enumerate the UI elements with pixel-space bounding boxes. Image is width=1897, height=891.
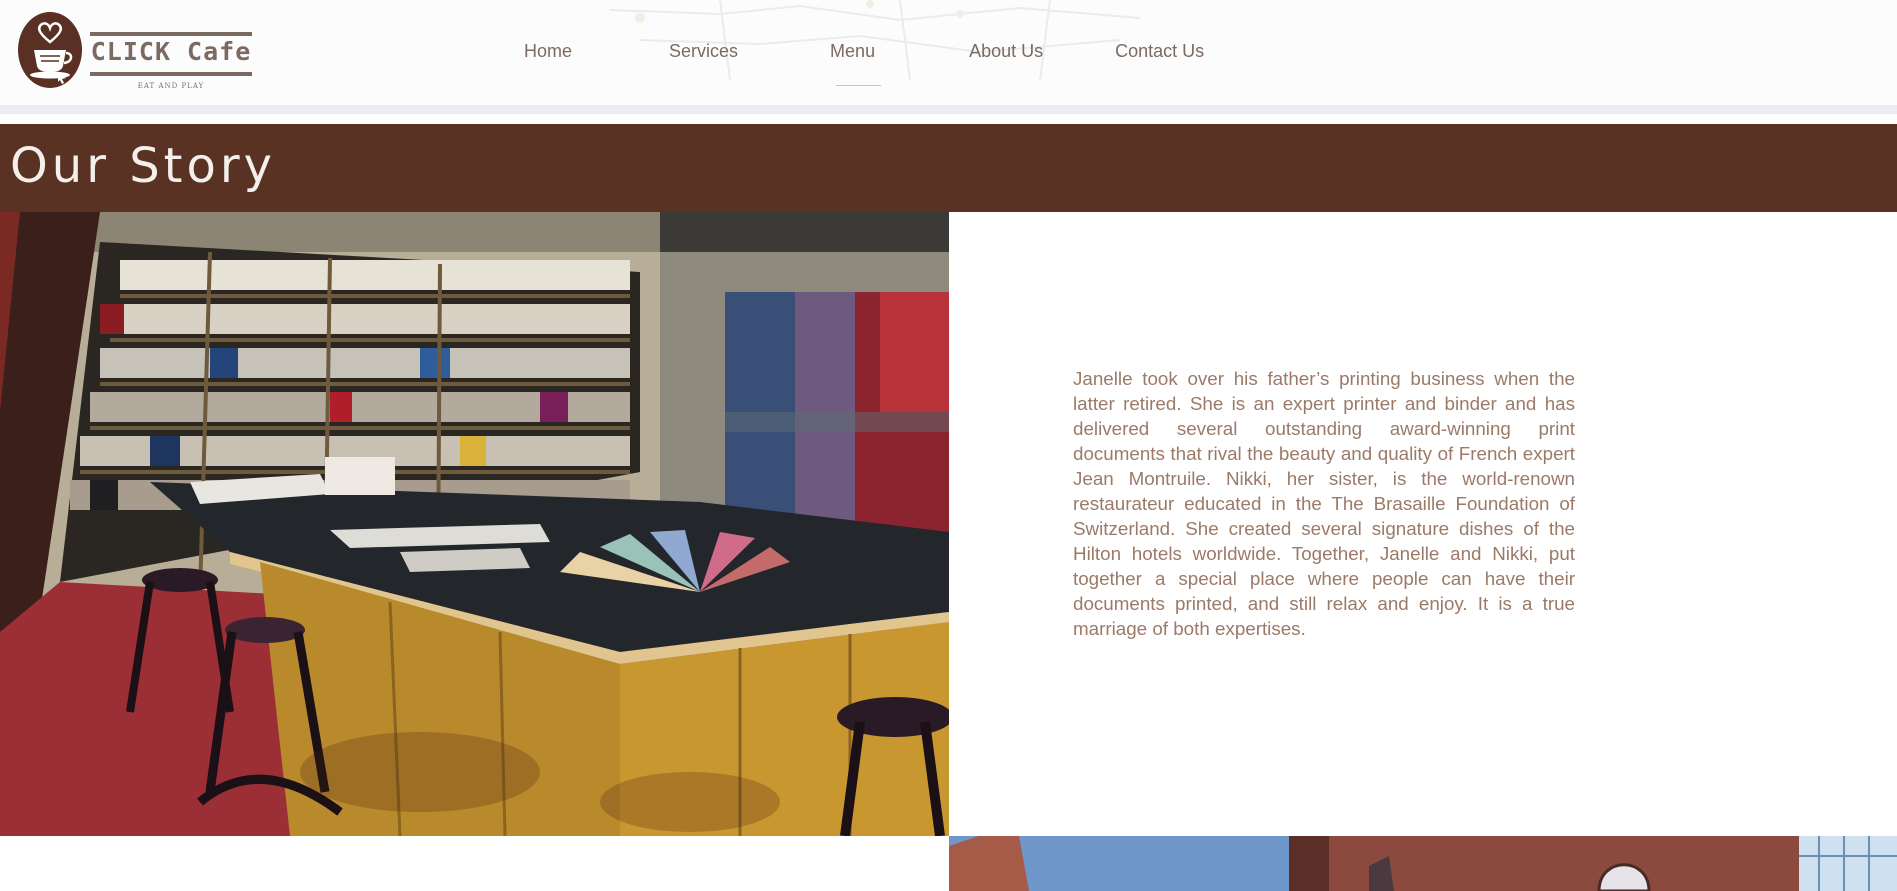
nav-link-home[interactable]: Home [524, 41, 572, 68]
logo-tagline: EAT AND PLAY [137, 82, 205, 90]
color-swatch-wall [725, 292, 949, 532]
main-navigation: Home Services Menu About Us Contact Us [490, 38, 1204, 86]
page-title: Our Story [10, 138, 276, 194]
logo-divider [90, 72, 252, 76]
building-exterior-photo [949, 836, 1897, 891]
print-shop-photo [0, 212, 949, 836]
story-paragraph: Janelle took over his father’s printing … [1073, 368, 1575, 639]
logo-divider [90, 32, 252, 36]
logo-wordmark: CLICK Cafe EAT AND PLAY [90, 22, 252, 90]
coffee-cup-logo-icon [18, 12, 82, 88]
site-header: CLICK Cafe EAT AND PLAY Home Services Me… [0, 0, 1897, 114]
story-section: Janelle took over his father’s printing … [949, 212, 1897, 836]
blank-panel [0, 836, 949, 891]
nav-link-contact-us[interactable]: Contact Us [1115, 41, 1204, 68]
nav-link-menu[interactable]: Menu [830, 41, 882, 86]
logo-title: CLICK Cafe [90, 37, 252, 66]
nav-link-services[interactable]: Services [669, 41, 738, 68]
nav-link-about-us[interactable]: About Us [969, 41, 1043, 68]
site-logo[interactable]: CLICK Cafe EAT AND PLAY [14, 8, 254, 90]
section-banner: Our Story [0, 124, 1897, 212]
